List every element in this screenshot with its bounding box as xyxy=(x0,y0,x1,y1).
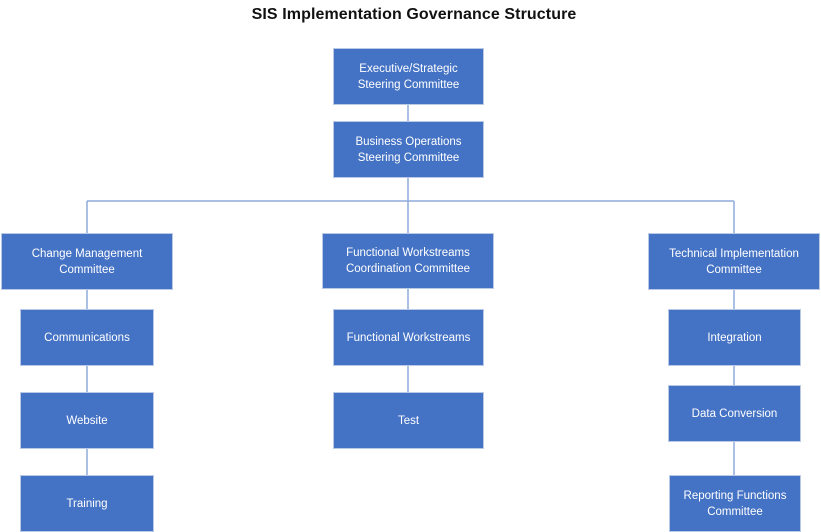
node-training[interactable]: Training xyxy=(20,475,154,532)
node-label: Change Management Committee xyxy=(31,247,143,276)
node-label: Communications xyxy=(44,331,130,344)
node-executive-steering-committee[interactable]: Executive/Strategic Steering Committee xyxy=(333,48,484,105)
node-label: Data Conversion xyxy=(691,407,778,420)
node-reporting-functions-committee[interactable]: Reporting Functions Committee xyxy=(669,475,801,532)
node-label: Training xyxy=(66,497,108,510)
node-label: Functional Workstreams Coordination Comm… xyxy=(345,247,470,275)
node-label: Technical Implementation Committee xyxy=(669,247,799,276)
node-label: Reporting Functions Committee xyxy=(683,489,787,518)
node-technical-implementation-committee[interactable]: Technical Implementation Committee xyxy=(648,233,820,290)
node-label: Integration xyxy=(707,331,762,344)
node-label: Executive/Strategic Steering Committee xyxy=(357,62,460,91)
node-functional-workstreams-coordination-committee[interactable]: Functional Workstreams Coordination Comm… xyxy=(322,233,494,289)
node-website[interactable]: Website xyxy=(20,392,154,449)
node-label: Functional Workstreams xyxy=(346,331,471,344)
node-communications[interactable]: Communications xyxy=(20,309,154,366)
node-label: Website xyxy=(66,414,108,427)
node-functional-workstreams[interactable]: Functional Workstreams xyxy=(333,309,484,366)
node-business-operations-steering-committee[interactable]: Business Operations Steering Committee xyxy=(333,121,484,178)
node-change-management-committee[interactable]: Change Management Committee xyxy=(1,233,173,290)
node-label: Business Operations Steering Committee xyxy=(355,135,462,164)
node-integration[interactable]: Integration xyxy=(668,309,801,366)
node-label: Test xyxy=(397,414,420,427)
node-test[interactable]: Test xyxy=(333,392,484,449)
node-data-conversion[interactable]: Data Conversion xyxy=(668,385,801,442)
